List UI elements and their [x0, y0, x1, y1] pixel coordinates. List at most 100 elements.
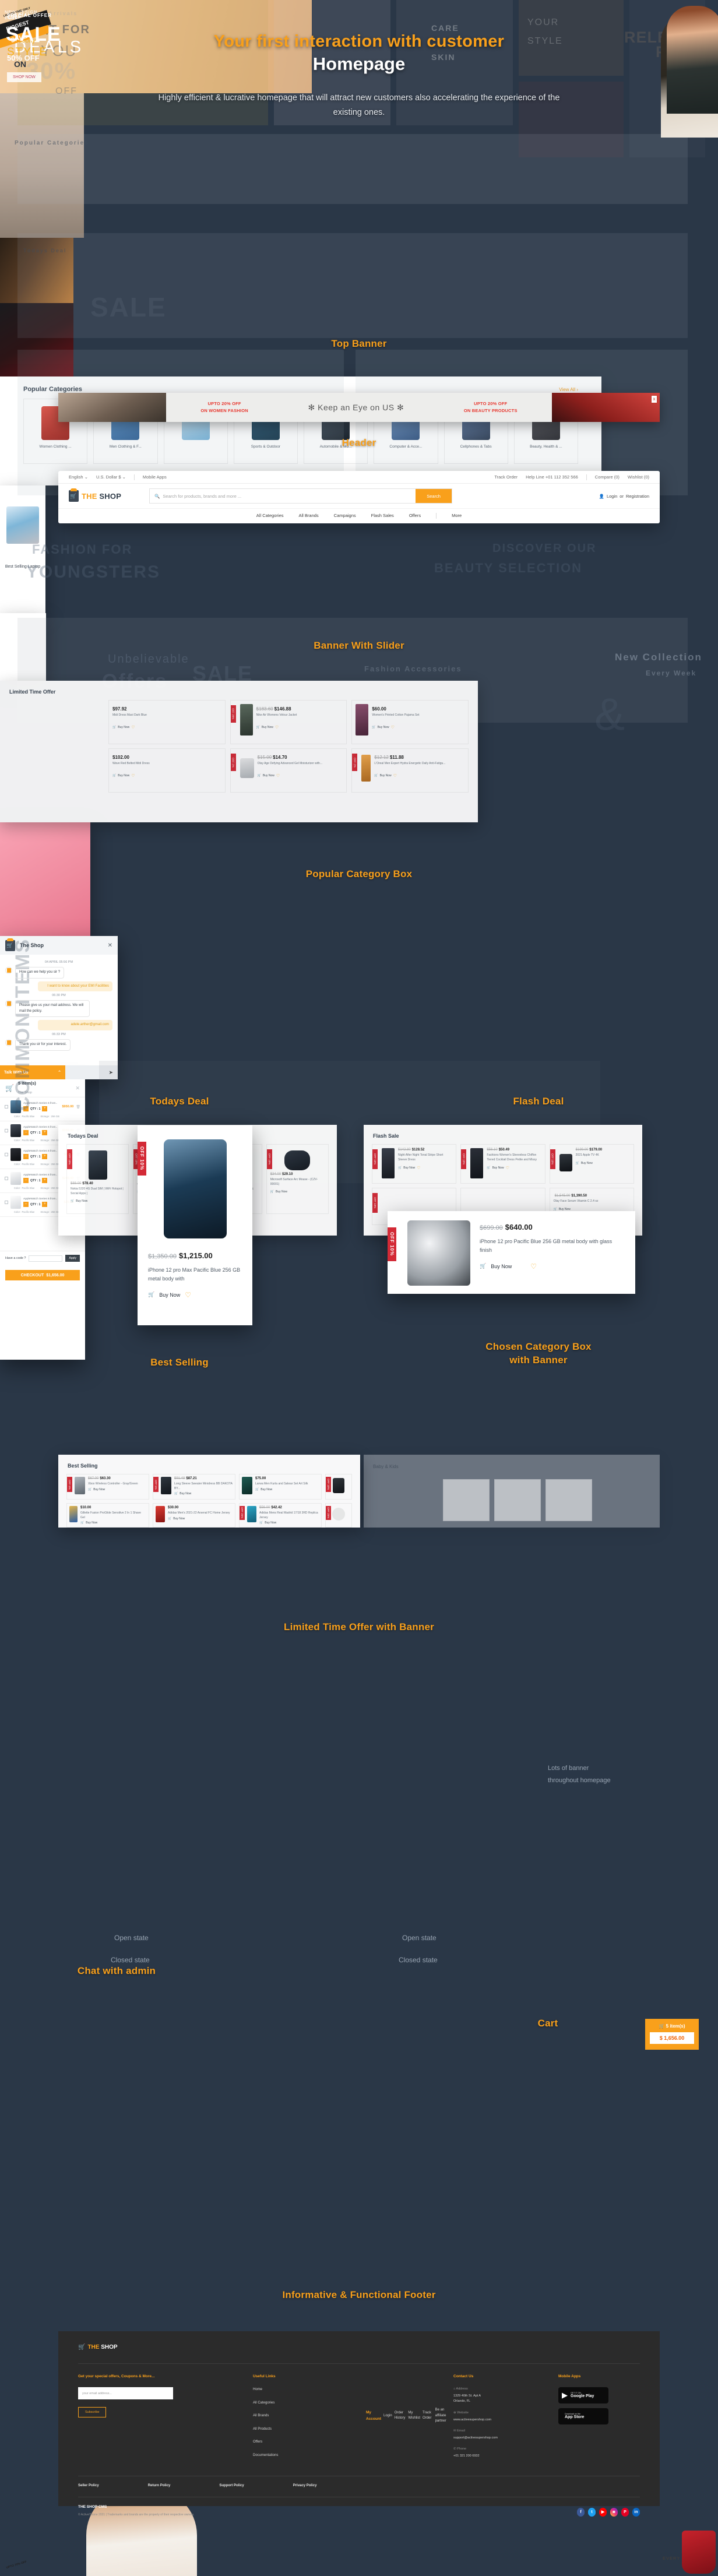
wishlist-heart-icon[interactable]: ♡: [131, 773, 135, 778]
buy-now-button[interactable]: 🛒 Buy Now ♡: [112, 773, 221, 778]
buy-now-button[interactable]: 🛒Buy Now: [71, 1199, 125, 1203]
footer-link[interactable]: My Wishlist: [408, 2410, 420, 2422]
product-card[interactable]: OFF 25% $56.00 $42.42 Adidas Mens Real Mad…: [239, 1503, 322, 1528]
track-order-link[interactable]: Track Order: [494, 474, 518, 480]
buy-now-button[interactable]: 🛒 Buy Now ♡: [258, 773, 343, 778]
wishlist-link[interactable]: Wishlist (0): [628, 474, 649, 480]
subscribe-button[interactable]: Subscribe: [78, 2407, 107, 2418]
product-card[interactable]: OFF 10%: [325, 1474, 352, 1500]
wishlist-heart-icon[interactable]: ♡: [530, 1262, 537, 1271]
buy-now-button[interactable]: 🛒Buy Now: [554, 1208, 630, 1211]
product-card[interactable]: OFF 2% $15.00 $14.70 Olay Age Defying Adva…: [230, 748, 347, 793]
nav-item-all-brands[interactable]: All Brands: [299, 513, 319, 518]
buy-now-button[interactable]: 🛒 Buy Now ♡: [398, 1166, 452, 1170]
policy-link[interactable]: Return Policy: [148, 2484, 171, 2487]
currency-selector[interactable]: U.S. Dollar $ ⌄: [96, 474, 126, 480]
footer-link[interactable]: Be an affiliate partner: [435, 2408, 453, 2424]
wishlist-heart-icon[interactable]: ♡: [393, 773, 397, 778]
product-card[interactable]: [494, 1479, 541, 1521]
wishlist-heart-icon[interactable]: ♡: [185, 1291, 191, 1299]
todays-deal-featured-card[interactable]: OFF 10% $1,350.00 $1,215.00 iPhone 12 pro…: [138, 1125, 252, 1325]
close-icon[interactable]: x: [651, 395, 657, 403]
app-store-button[interactable]: Download on the App Store: [558, 2408, 608, 2425]
product-card[interactable]: $30.00 Adidas Men's 2021-22 Arsenal FC Ho…: [153, 1503, 235, 1528]
product-card[interactable]: OFF 20% $183.60 $146.88 Nike Air Womens Ve…: [230, 700, 347, 744]
policy-link[interactable]: Support Policy: [219, 2484, 244, 2487]
buy-now-button[interactable]: 🛒Buy Now: [270, 1190, 325, 1194]
site-logo[interactable]: THE SHOP: [69, 488, 121, 502]
product-card[interactable]: OFF 10% $88.00 $78.40 Nokia 5320 4G Dual …: [66, 1144, 129, 1214]
buy-now-button[interactable]: 🛒 Buy Now ♡: [480, 1262, 624, 1271]
email-value[interactable]: support@activesupershop.com: [453, 2436, 558, 2441]
chat-widget[interactable]: The Shop ✕ 04 APRIL 05:56 PM How can we …: [0, 936, 118, 1079]
buy-now-button[interactable]: 🛒Buy Now: [88, 1488, 146, 1491]
footer-logo[interactable]: 🛒 THE SHOP: [78, 2344, 640, 2350]
buy-now-button[interactable]: 🛒 Buy Now ♡: [487, 1166, 541, 1170]
mobile-apps-link[interactable]: Mobile Apps: [143, 474, 167, 480]
product-card[interactable]: OFF 10% $199.00 $179.00 2021 Apple TV 4K …: [549, 1144, 634, 1184]
footer-link[interactable]: Offers: [253, 2440, 335, 2445]
product-card[interactable]: $102.00 Wave Red Belted Midi Dress 🛒 Buy No…: [108, 748, 226, 793]
buy-now-button[interactable]: 🛒Buy Now: [576, 1162, 630, 1165]
pinterest-icon[interactable]: P: [621, 2507, 629, 2517]
product-card[interactable]: $10.00 Gillette Fusion ProGlide Sensitive…: [66, 1503, 149, 1528]
footer-link[interactable]: Home: [253, 2387, 335, 2393]
buy-now-button[interactable]: 🛒 Buy Now ♡: [372, 725, 464, 730]
wishlist-heart-icon[interactable]: ♡: [506, 1166, 509, 1170]
wishlist-heart-icon[interactable]: ♡: [275, 725, 279, 730]
product-card[interactable]: OFF 6% $67.00 $63.30 Xbox Wireless Control…: [66, 1474, 149, 1500]
wishlist-heart-icon[interactable]: ♡: [131, 725, 135, 730]
footer-link[interactable]: All Categories: [253, 2401, 335, 2406]
footer-link[interactable]: All Brands: [253, 2413, 335, 2419]
product-card[interactable]: OFF 10% $34.00 $29.10 Microsoft Surface A…: [266, 1144, 329, 1214]
footer-link[interactable]: Track Order: [423, 2410, 433, 2422]
footer-link[interactable]: Order History: [395, 2410, 406, 2422]
product-card[interactable]: OFF 25%: [325, 1503, 352, 1528]
product-card[interactable]: [545, 1479, 592, 1521]
nav-item-more[interactable]: More: [452, 513, 462, 518]
footer-link[interactable]: All Products: [253, 2427, 335, 2433]
footer-link[interactable]: Login: [383, 2413, 392, 2419]
buy-now-button[interactable]: 🛒 Buy Now ♡: [374, 773, 464, 778]
product-card[interactable]: OFF 10% $142.80 $128.52 Night After Night…: [372, 1144, 457, 1184]
buy-now-button[interactable]: 🛒Buy Now: [259, 1521, 319, 1525]
product-card[interactable]: $60.00 Women's Printed Cotton Pajama Set 🛒…: [351, 700, 469, 744]
registration-link[interactable]: Registration: [626, 494, 649, 499]
nav-item-flash-sales[interactable]: Flash Sales: [371, 513, 394, 518]
buy-now-button[interactable]: 🛒 Buy Now ♡: [112, 725, 221, 730]
buy-now-button[interactable]: 🛒 Buy Now ♡: [148, 1291, 242, 1299]
buy-now-button[interactable]: 🛒Buy Now: [255, 1488, 319, 1491]
product-card[interactable]: OFF 2% $12.12 $11.88 L'Oreal Men Expert Hy…: [351, 748, 469, 793]
wishlist-heart-icon[interactable]: ♡: [276, 773, 280, 778]
nav-item-offers[interactable]: Offers: [409, 513, 421, 518]
product-card[interactable]: OFF 10% $56.10 $50.49 Fashions Women's Sl…: [460, 1144, 545, 1184]
website-value[interactable]: www.activesupershop.com: [453, 2417, 558, 2423]
linkedin-icon[interactable]: in: [632, 2507, 640, 2517]
buy-now-button[interactable]: 🛒Buy Now: [168, 1517, 233, 1521]
product-card[interactable]: [443, 1479, 490, 1521]
nav-item-all-categories[interactable]: All Categories: [256, 513, 284, 518]
compare-link[interactable]: Compare (0): [595, 474, 620, 480]
google-play-button[interactable]: ▶ GET IT ON Google Play: [558, 2387, 608, 2404]
facebook-icon[interactable]: f: [577, 2507, 585, 2517]
login-link[interactable]: Login: [607, 494, 617, 499]
buy-now-button[interactable]: 🛒 Buy Now ♡: [256, 725, 343, 730]
footer-link[interactable]: Documentations: [253, 2453, 335, 2459]
buy-now-button[interactable]: 🛒Buy Now: [80, 1521, 146, 1525]
youtube-icon[interactable]: ▶: [599, 2507, 607, 2517]
language-selector[interactable]: English ⌄: [69, 474, 88, 480]
buy-now-button[interactable]: 🛒Buy Now: [174, 1492, 233, 1495]
wishlist-heart-icon[interactable]: ♡: [391, 725, 395, 730]
account-links[interactable]: 👤 Login or Registration: [599, 494, 649, 499]
search-bar[interactable]: 🔍 Search for products, brands and more .…: [149, 488, 453, 504]
policy-link[interactable]: Privacy Policy: [293, 2484, 317, 2487]
top-banner-ad[interactable]: UPTO 20% OFF ON WOMEN FASHION ✻ Keep an …: [58, 393, 660, 422]
product-card[interactable]: $75.00 Larwa Men Kurta and Salwar Set Art…: [239, 1474, 322, 1500]
search-input[interactable]: 🔍 Search for products, brands and more .…: [150, 494, 416, 499]
search-button[interactable]: Search: [416, 489, 452, 503]
twitter-icon[interactable]: t: [588, 2507, 596, 2517]
wishlist-heart-icon[interactable]: ♡: [417, 1166, 420, 1170]
product-card[interactable]: $97.92 Midi Dress Maxi Dark Blue 🛒 Buy Now ♡: [108, 700, 226, 744]
flash-deal-featured-card[interactable]: OFF 10% $699.00 $640.00 iPhone 12 pro Pac…: [388, 1211, 635, 1294]
product-card[interactable]: OFF 5% $91.48 $87.21 Long Sleeve Sweater M…: [153, 1474, 235, 1500]
